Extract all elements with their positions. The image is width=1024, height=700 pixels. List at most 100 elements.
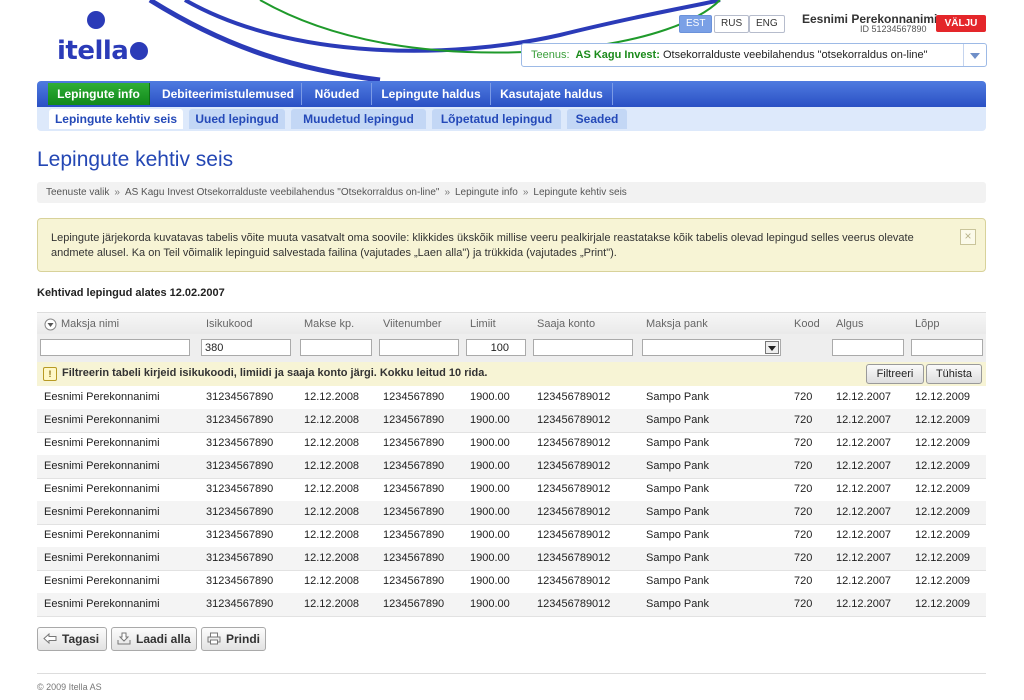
filter-makse-kp-input[interactable]: [300, 339, 372, 356]
subtab-uued-lepingud[interactable]: Uued lepingud: [189, 109, 285, 129]
cell-makse-kp: 12.12.2008: [304, 529, 360, 541]
filter-lopp-input[interactable]: [911, 339, 983, 356]
column-header-isikukood[interactable]: Isikukood: [206, 318, 252, 330]
filter-limiit-input[interactable]: [466, 339, 526, 356]
filter-maksja-nimi-input[interactable]: [40, 339, 190, 356]
info-box: Lepingute järjekorda kuvatavas tabelis v…: [37, 218, 986, 272]
printer-icon: [207, 632, 221, 645]
filter-algus-input[interactable]: [832, 339, 904, 356]
cell-maksja-nimi: Eesnimi Perekonnanimi: [44, 598, 160, 610]
cell-maksja-nimi: Eesnimi Perekonnanimi: [44, 506, 160, 518]
chevron-down-icon[interactable]: [963, 44, 986, 66]
table-row[interactable]: Eesnimi Perekonnanimi 31234567890 12.12.20…: [37, 524, 986, 548]
cell-viitenumber: 1234567890: [383, 552, 445, 564]
filter-maksja-pank-select[interactable]: [642, 339, 781, 356]
download-button[interactable]: Laadi alla: [111, 627, 197, 651]
chevron-down-icon[interactable]: [765, 341, 779, 354]
cell-saaja-konto: 123456789012: [537, 460, 611, 472]
column-header-maksja-pank[interactable]: Maksja pank: [646, 318, 708, 330]
cell-limiit: 1900.00: [470, 552, 510, 564]
column-header-kood[interactable]: Kood: [794, 318, 820, 330]
cell-viitenumber: 1234567890: [383, 391, 445, 403]
logout-button[interactable]: VÄLJU: [936, 15, 986, 32]
filter-saaja-konto-input[interactable]: [533, 339, 633, 356]
table-row[interactable]: Eesnimi Perekonnanimi 31234567890 12.12.20…: [37, 432, 986, 456]
footer-copyright: © 2009 Itella AS: [37, 682, 102, 692]
service-select[interactable]: Teenus: AS Kagu Invest: Otsekorralduste v…: [521, 43, 987, 67]
cell-viitenumber: 1234567890: [383, 575, 445, 587]
table-row[interactable]: Eesnimi Perekonnanimi 31234567890 12.12.20…: [37, 478, 986, 502]
cell-maksja-nimi: Eesnimi Perekonnanimi: [44, 391, 160, 403]
cell-maksja-pank: Sampo Pank: [646, 437, 709, 449]
breadcrumb-item[interactable]: Lepingute info: [455, 187, 518, 198]
table-row[interactable]: Eesnimi Perekonnanimi 31234567890 12.12.20…: [37, 455, 986, 479]
subtab-lopetatud-lepingud[interactable]: Lõpetatud lepingud: [432, 109, 561, 129]
tab-lepingute-info[interactable]: Lepingute info: [48, 83, 150, 105]
cell-lopp: 12.12.2009: [915, 575, 971, 587]
close-icon[interactable]: ×: [960, 229, 976, 245]
table-row[interactable]: Eesnimi Perekonnanimi 31234567890 12.12.20…: [37, 593, 986, 617]
breadcrumb-item[interactable]: AS Kagu Invest Otsekorralduste veebilahe…: [125, 187, 440, 198]
clear-filter-button[interactable]: Tühista: [926, 364, 982, 384]
cell-kood: 720: [794, 460, 813, 472]
breadcrumb-item[interactable]: Teenuste valik: [46, 187, 109, 198]
lang-eng-button[interactable]: ENG: [749, 15, 785, 33]
lang-est-button[interactable]: EST: [679, 15, 713, 33]
cell-lopp: 12.12.2009: [915, 552, 971, 564]
table-row[interactable]: Eesnimi Perekonnanimi 31234567890 12.12.20…: [37, 570, 986, 594]
subtab-lepingute-kehtiv-seis[interactable]: Lepingute kehtiv seis: [49, 109, 183, 129]
service-description: Otsekorralduste veebilahendus "otsekorra…: [662, 49, 928, 61]
tab-lepingute-haldus[interactable]: Lepingute haldus: [372, 83, 491, 105]
cell-isikukood: 31234567890: [206, 483, 274, 495]
cell-algus: 12.12.2007: [836, 391, 892, 403]
column-header-makse-kp[interactable]: Makse kp.: [304, 318, 354, 330]
tab-kasutajate-haldus[interactable]: Kasutajate haldus: [491, 83, 613, 105]
cell-lopp: 12.12.2009: [915, 529, 971, 541]
table-row[interactable]: Eesnimi Perekonnanimi 31234567890 12.12.20…: [37, 409, 986, 433]
column-header-maksja-nimi[interactable]: Maksja nimi: [61, 318, 119, 330]
logo-o-icon: [130, 42, 149, 60]
cell-kood: 720: [794, 437, 813, 449]
logo-text: itella: [57, 36, 129, 66]
cell-viitenumber: 1234567890: [383, 460, 445, 472]
print-button[interactable]: Prindi: [201, 627, 266, 651]
table-header: Maksja nimi Isikukood Makse kp. Viitenum…: [37, 312, 986, 335]
cell-kood: 720: [794, 391, 813, 403]
table-row[interactable]: Eesnimi Perekonnanimi 31234567890 12.12.20…: [37, 386, 986, 410]
footer-divider: [37, 673, 986, 674]
cell-isikukood: 31234567890: [206, 598, 274, 610]
column-header-algus[interactable]: Algus: [836, 318, 864, 330]
cell-maksja-nimi: Eesnimi Perekonnanimi: [44, 437, 160, 449]
cell-maksja-pank: Sampo Pank: [646, 598, 709, 610]
subtab-muudetud-lepingud[interactable]: Muudetud lepingud: [291, 109, 426, 129]
cell-kood: 720: [794, 552, 813, 564]
cell-maksja-pank: Sampo Pank: [646, 575, 709, 587]
cell-viitenumber: 1234567890: [383, 529, 445, 541]
column-header-lopp[interactable]: Lõpp: [915, 318, 939, 330]
table-row[interactable]: Eesnimi Perekonnanimi 31234567890 12.12.20…: [37, 547, 986, 571]
lang-rus-button[interactable]: RUS: [714, 15, 750, 33]
column-header-limiit[interactable]: Limiit: [470, 318, 496, 330]
back-button[interactable]: Tagasi: [37, 627, 107, 651]
column-header-viitenumber[interactable]: Viitenumber: [383, 318, 442, 330]
filter-button[interactable]: Filtreeri: [866, 364, 924, 384]
cell-maksja-nimi: Eesnimi Perekonnanimi: [44, 575, 160, 587]
cell-makse-kp: 12.12.2008: [304, 552, 360, 564]
sort-dropdown-icon[interactable]: [44, 318, 57, 331]
filter-isikukood-input[interactable]: [201, 339, 291, 356]
cell-maksja-nimi: Eesnimi Perekonnanimi: [44, 529, 160, 541]
cell-maksja-pank: Sampo Pank: [646, 529, 709, 541]
cell-makse-kp: 12.12.2008: [304, 437, 360, 449]
column-header-saaja-konto[interactable]: Saaja konto: [537, 318, 595, 330]
tab-nouded[interactable]: Nõuded: [303, 83, 372, 105]
cell-algus: 12.12.2007: [836, 437, 892, 449]
subtab-seaded[interactable]: Seaded: [567, 109, 627, 129]
cell-viitenumber: 1234567890: [383, 483, 445, 495]
table-row[interactable]: Eesnimi Perekonnanimi 31234567890 12.12.20…: [37, 501, 986, 525]
cell-kood: 720: [794, 483, 813, 495]
filter-notice: ! Filtreerin tabeli kirjeid isikukoodi, …: [37, 362, 986, 386]
tab-debiteerimistulemused[interactable]: Debiteerimistulemused: [155, 83, 302, 105]
filter-viitenumber-input[interactable]: [379, 339, 459, 356]
logo-dot-icon: [87, 11, 105, 29]
arrow-left-icon: [43, 632, 57, 645]
